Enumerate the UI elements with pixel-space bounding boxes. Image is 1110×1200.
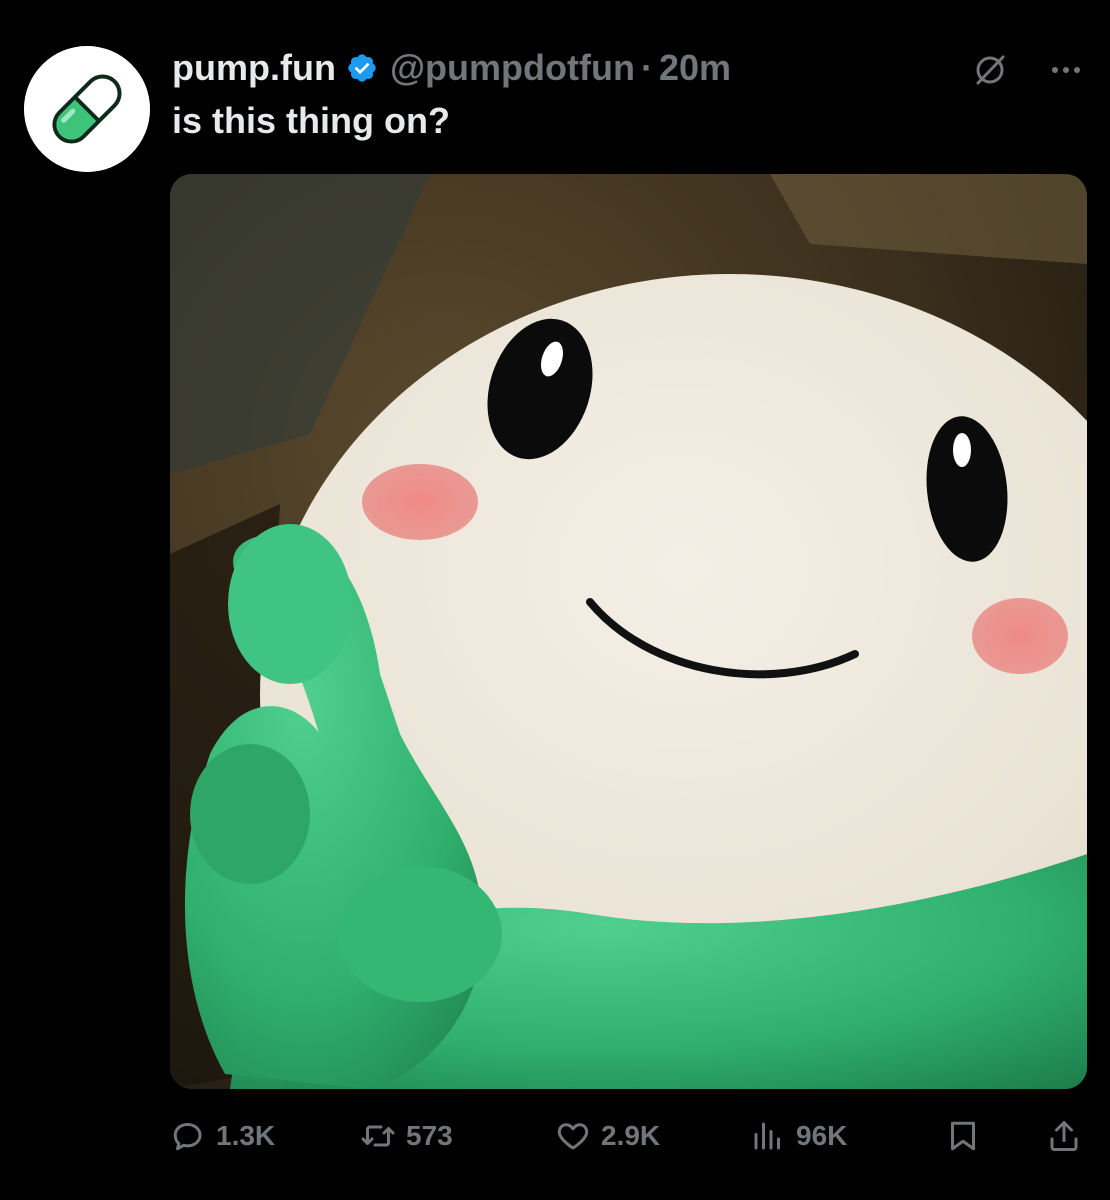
- author-handle[interactable]: @pumpdotfun: [390, 47, 635, 89]
- reply-button[interactable]: 1.3K: [170, 1110, 275, 1162]
- share-button[interactable]: [1046, 1110, 1082, 1162]
- bookmark-icon: [951, 1121, 975, 1151]
- like-button[interactable]: 2.9K: [555, 1110, 660, 1162]
- pill-icon: [24, 46, 150, 172]
- tweet-text: is this thing on?: [172, 100, 450, 141]
- top-actions: [970, 50, 1086, 90]
- more-icon[interactable]: [1046, 50, 1086, 90]
- views-count: 96K: [796, 1120, 848, 1151]
- tweet-actions: 1.3K 573 2.9K 96K: [170, 1110, 1088, 1162]
- verified-badge-icon: [346, 52, 378, 84]
- reply-icon: [173, 1122, 202, 1151]
- share-icon: [1050, 1121, 1078, 1151]
- reply-count: 1.3K: [216, 1120, 276, 1151]
- separator-dot: ·: [640, 47, 653, 88]
- avatar[interactable]: [24, 46, 150, 172]
- views-icon: [754, 1122, 780, 1150]
- tweet-timestamp[interactable]: 20m: [659, 47, 731, 89]
- views-button[interactable]: 96K: [750, 1110, 847, 1162]
- retweet-count: 573: [406, 1120, 453, 1151]
- like-count: 2.9K: [601, 1120, 661, 1151]
- author-name[interactable]: pump.fun: [172, 47, 336, 89]
- retweet-icon: [361, 1125, 395, 1147]
- bookmark-button[interactable]: [945, 1110, 981, 1162]
- grok-icon[interactable]: [970, 50, 1010, 90]
- tweet-media-image[interactable]: [170, 174, 1087, 1089]
- mascot-image: [170, 174, 1087, 1089]
- retweet-button[interactable]: 573: [360, 1110, 453, 1162]
- heart-icon: [557, 1123, 589, 1150]
- tweet: pump.fun @pumpdotfun · 20m is this thing…: [0, 0, 1110, 1200]
- tweet-header: pump.fun @pumpdotfun · 20m: [172, 46, 731, 90]
